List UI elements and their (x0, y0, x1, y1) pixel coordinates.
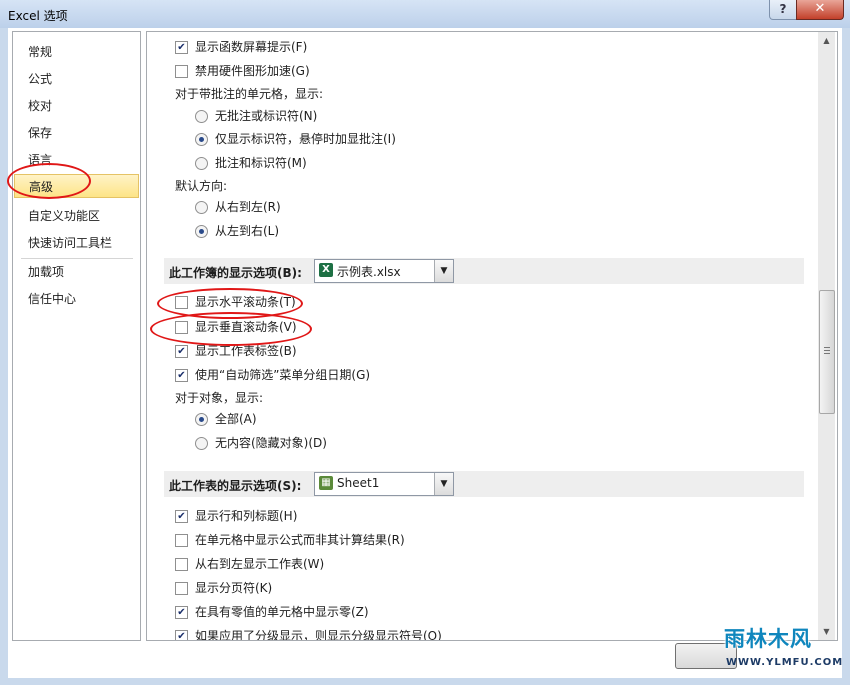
scrollbar-thumb[interactable] (819, 290, 835, 414)
worksheet-icon: ▦ (319, 476, 333, 490)
checkbox-unchecked[interactable] (175, 582, 188, 595)
radio-selected[interactable] (195, 413, 208, 426)
checkbox-checked[interactable]: ✔ (175, 606, 188, 619)
checkbox-checked[interactable]: ✔ (175, 369, 188, 382)
checkbox-checked[interactable]: ✔ (175, 345, 188, 358)
nav-item-quick-access-toolbar[interactable]: 快速访问工具栏 (14, 231, 139, 255)
nav-item-trust-center[interactable]: 信任中心 (14, 287, 139, 311)
objects-display-label: 对于对象，显示: (175, 391, 264, 405)
nav-item-general[interactable]: 常规 (14, 40, 139, 64)
checkbox-checked[interactable]: ✔ (175, 510, 188, 523)
scrollbar-grip (824, 347, 830, 348)
workbook-display-section-header: 此工作簿的显示选项(B): (164, 258, 804, 284)
radio-selected[interactable] (195, 133, 208, 146)
comments-display-label: 对于带批注的单元格，显示: (175, 87, 324, 101)
radio-unselected[interactable] (195, 157, 208, 170)
chevron-down-icon[interactable]: ▼ (434, 473, 453, 495)
options-scrollbar[interactable]: ▲ ▼ (818, 32, 835, 640)
checkbox-checked[interactable]: ✔ (175, 630, 188, 640)
nav-item-proofing[interactable]: 校对 (14, 94, 139, 118)
watermark: 雨林木风 WWW.YLMFU.COM (724, 627, 844, 668)
nav-item-add-ins[interactable]: 加载项 (14, 260, 139, 284)
excel-workbook-icon: X (319, 263, 333, 277)
nav-separator (21, 258, 133, 259)
worksheet-select[interactable]: ▦ Sheet1 ▼ (314, 472, 454, 496)
nav-item-save[interactable]: 保存 (14, 121, 139, 145)
chevron-down-icon[interactable]: ▼ (434, 260, 453, 282)
highlight-oval-vertical-scrollbar (150, 312, 312, 346)
help-button[interactable]: ? (769, 0, 797, 20)
scroll-up-arrow-icon[interactable]: ▲ (818, 32, 835, 49)
checkbox-unchecked[interactable] (175, 534, 188, 547)
worksheet-display-section-header: 此工作表的显示选项(S): (164, 471, 804, 497)
scrollbar-grip (824, 353, 830, 354)
checkbox-unchecked[interactable] (175, 65, 188, 78)
workbook-select[interactable]: X 示例表.xlsx ▼ (314, 259, 454, 283)
checkbox-unchecked[interactable] (175, 558, 188, 571)
radio-unselected[interactable] (195, 110, 208, 123)
options-nav: 常规 公式 校对 保存 语言 高级 自定义功能区 快速访问工具栏 加载项 信任中… (12, 31, 141, 641)
nav-item-formulas[interactable]: 公式 (14, 67, 139, 91)
nav-item-customize-ribbon[interactable]: 自定义功能区 (14, 204, 139, 228)
default-direction-label: 默认方向: (175, 179, 228, 193)
radio-unselected[interactable] (195, 437, 208, 450)
radio-selected[interactable] (195, 225, 208, 238)
highlight-oval-advanced (7, 163, 91, 199)
scrollbar-grip (824, 350, 830, 351)
checkbox-checked[interactable]: ✔ (175, 41, 188, 54)
close-button[interactable]: ✕ (796, 0, 844, 20)
radio-unselected[interactable] (195, 201, 208, 214)
title-bar: Excel 选项 ? ✕ (0, 0, 850, 28)
window-title: Excel 选项 (8, 9, 68, 23)
